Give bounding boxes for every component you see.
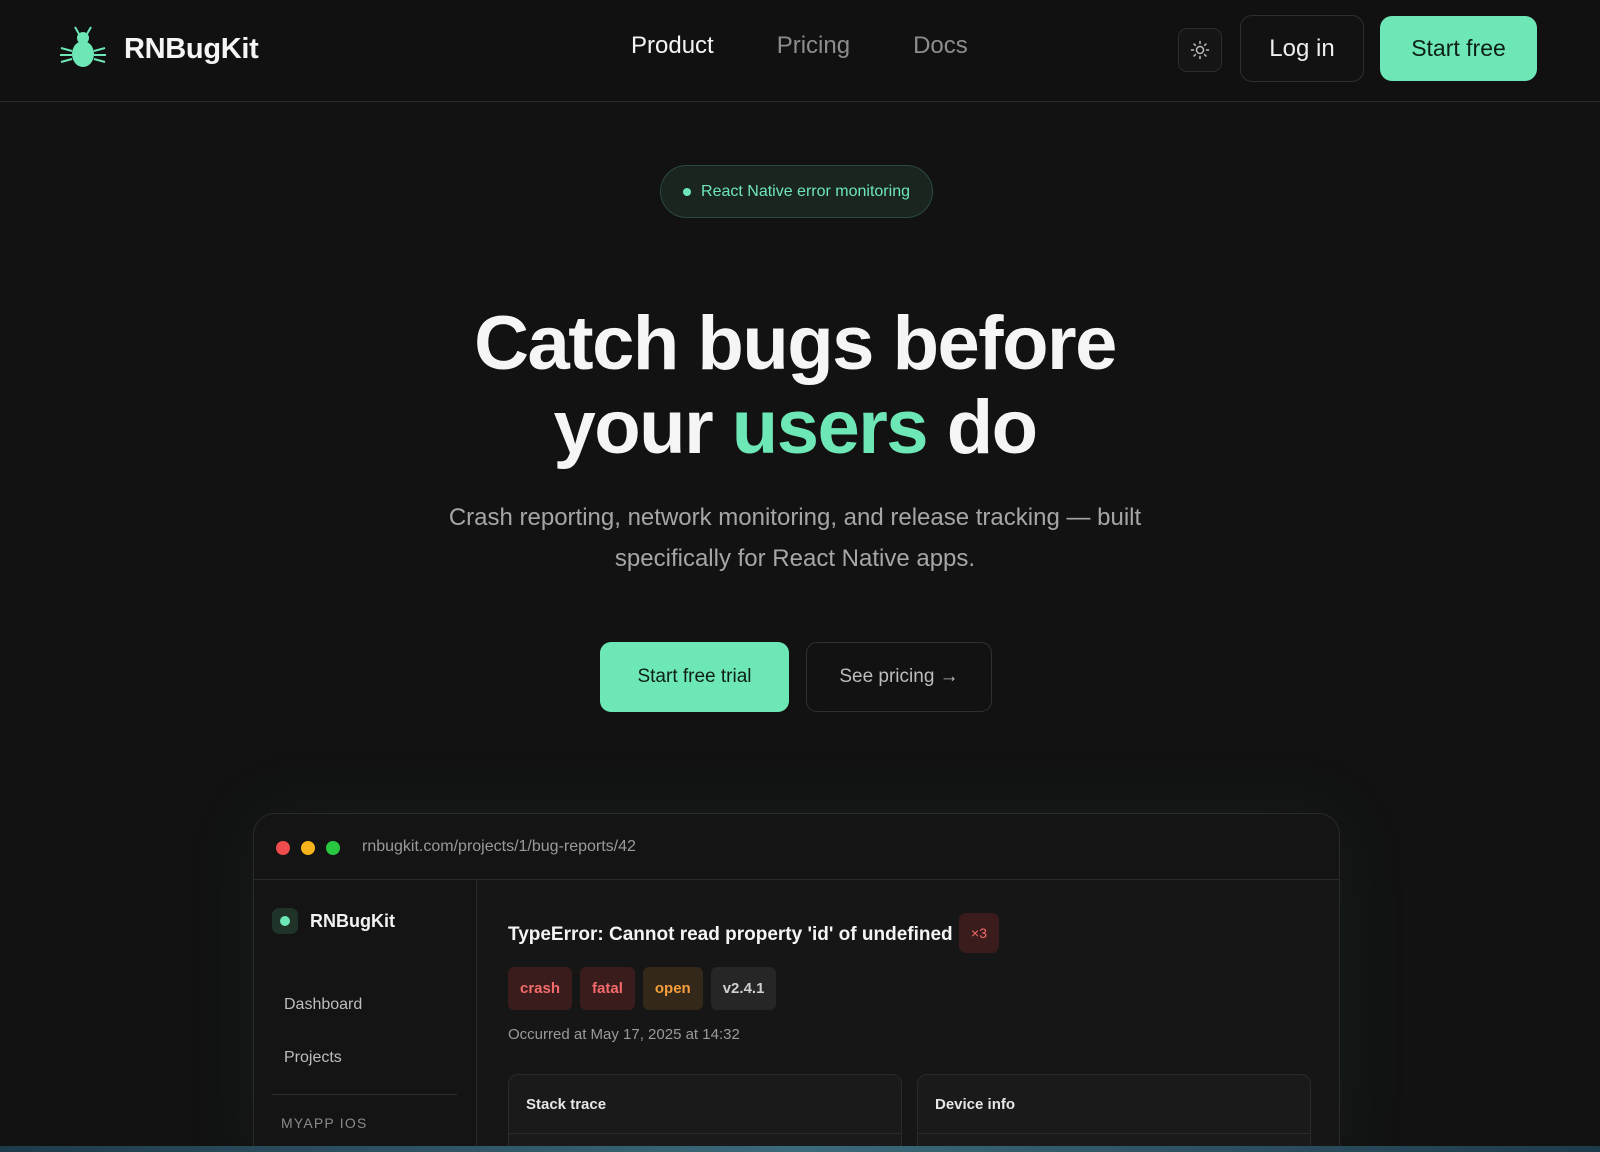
- landing-page: RNBugKit Product Pricing Docs Log in Sta…: [0, 0, 1600, 1152]
- start-free-button[interactable]: Start free: [1380, 16, 1537, 81]
- preview-logo-icon: [272, 908, 298, 934]
- brand-name: RNBugKit: [124, 32, 259, 65]
- tag-crash: crash: [508, 967, 573, 1010]
- app-preview-window: rnbugkit.com/projects/1/bug-reports/42 R…: [253, 813, 1340, 1152]
- brand-logo[interactable]: RNBugKit: [58, 24, 259, 74]
- stack-trace-panel: Stack trace: [508, 1074, 902, 1152]
- hero-title-line1: Catch bugs before: [474, 301, 1117, 386]
- bug-icon: [60, 26, 106, 67]
- error-title: TypeError: Cannot read property 'id' of …: [508, 924, 953, 945]
- bottom-gradient-strip: [0, 1146, 1600, 1152]
- sidebar-item-dashboard[interactable]: Dashboard: [284, 996, 362, 1014]
- occurred-timestamp: Occurred at May 17, 2025 at 14:32: [508, 1026, 740, 1043]
- bug-report-detail: TypeError: Cannot read property 'id' of …: [477, 880, 1339, 1152]
- stack-trace-header: Stack trace: [509, 1075, 901, 1134]
- sidebar-item-projects[interactable]: Projects: [284, 1049, 342, 1067]
- theme-toggle-button[interactable]: [1178, 28, 1222, 72]
- hero-pill-badge: React Native error monitoring: [660, 165, 933, 218]
- sun-icon: [1190, 40, 1210, 60]
- login-button[interactable]: Log in: [1240, 15, 1364, 82]
- hero-title-line2-post: do: [927, 385, 1038, 470]
- tag-fatal: fatal: [580, 967, 635, 1010]
- nav-link-docs[interactable]: Docs: [913, 32, 968, 60]
- pill-label: React Native error monitoring: [701, 182, 910, 200]
- hero-title-line2-pre: your: [553, 385, 732, 470]
- device-info-header: Device info: [918, 1075, 1310, 1134]
- device-info-panel: Device info: [917, 1074, 1311, 1152]
- hero-title-accent: users: [731, 385, 929, 470]
- preview-brand: RNBugKit: [272, 908, 395, 934]
- browser-url: rnbugkit.com/projects/1/bug-reports/42: [362, 838, 636, 855]
- browser-bar: rnbugkit.com/projects/1/bug-reports/42: [254, 814, 1339, 880]
- window-maximize-dot: [326, 841, 340, 855]
- occurrence-count-badge: ×3: [959, 913, 999, 953]
- sidebar-section-label: MYAPP IOS: [281, 1115, 368, 1131]
- preview-brand-name: RNBugKit: [310, 910, 395, 931]
- start-free-trial-button[interactable]: Start free trial: [600, 642, 789, 712]
- hero-subtitle: Crash reporting, network monitoring, and…: [448, 504, 1142, 572]
- main-nav: Product Pricing Docs: [631, 32, 968, 60]
- tag-open: open: [642, 967, 703, 1010]
- status-dot: [683, 187, 692, 196]
- window-close-dot: [276, 841, 290, 855]
- see-pricing-button[interactable]: See pricing →: [806, 642, 992, 712]
- tag-version: v2.4.1: [710, 967, 777, 1010]
- nav-link-product[interactable]: Product: [631, 32, 714, 60]
- sidebar-divider: [272, 1094, 457, 1095]
- preview-sidebar: RNBugKit Dashboard Projects MYAPP IOS: [254, 880, 477, 1152]
- navbar: RNBugKit Product Pricing Docs Log in Sta…: [0, 0, 1600, 102]
- window-minimize-dot: [301, 841, 315, 855]
- nav-link-pricing[interactable]: Pricing: [777, 32, 850, 60]
- hero-title: Catch bugs before your users do: [400, 302, 1190, 470]
- tag-list: crash fatal open v2.4.1: [508, 967, 777, 1010]
